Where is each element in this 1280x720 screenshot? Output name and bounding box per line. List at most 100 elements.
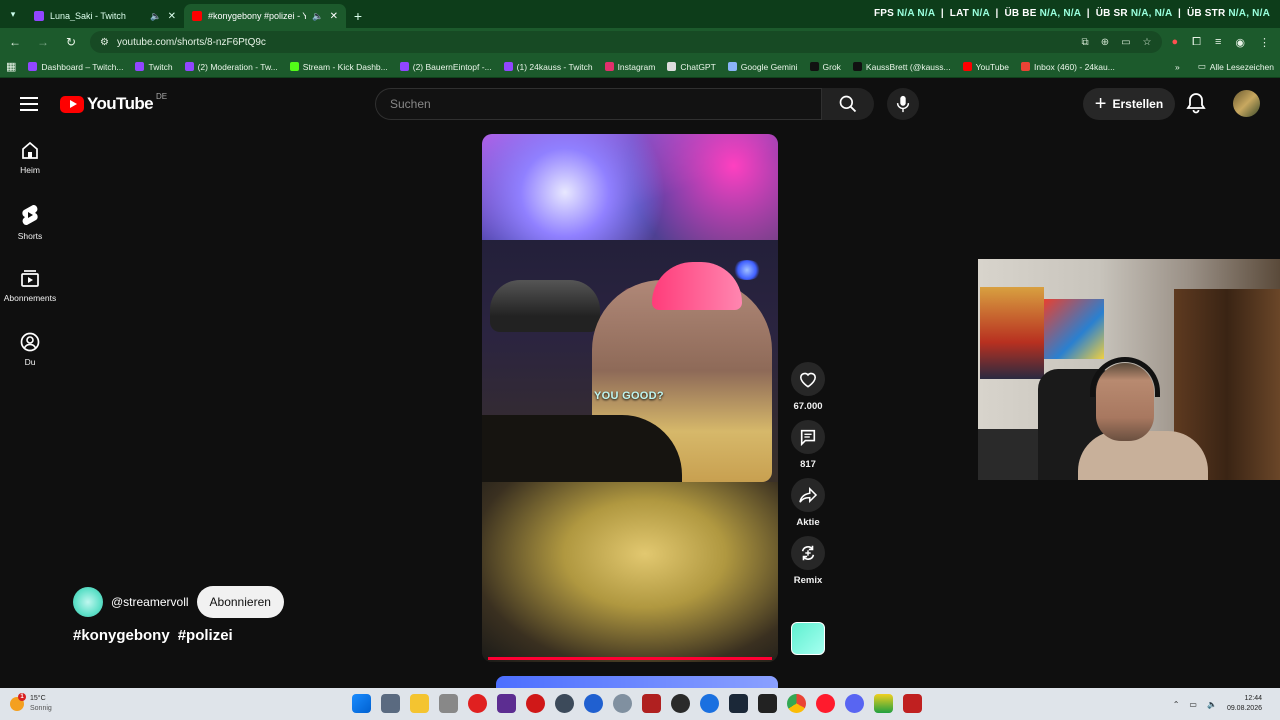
windows-start-icon[interactable] [352, 694, 371, 713]
display-icon[interactable]: ▭ [1189, 700, 1197, 709]
clock[interactable]: 12:44 09.08.2026 [1227, 694, 1262, 714]
nav-item-home[interactable]: Heim [0, 140, 60, 204]
address-bar[interactable]: ⚙ youtube.com/shorts/8-nzF6PtQ9c ⧉ ⊕ ▭ ☆ [90, 31, 1162, 53]
search-button[interactable] [822, 88, 874, 120]
cast-icon[interactable]: ▭ [1121, 37, 1130, 48]
site-info-icon[interactable]: ⚙ [100, 37, 109, 48]
extensions-puzzle-icon[interactable]: ⧠ [1192, 36, 1201, 49]
stat-label: ÜB BE [1004, 8, 1037, 19]
chrome-icon[interactable] [787, 694, 806, 713]
zoom-icon[interactable]: ⊕ [1101, 37, 1109, 48]
bookmark-item[interactable]: (1) 24kauss - Twitch [503, 62, 593, 72]
notifications-icon[interactable] [1186, 92, 1206, 119]
remix-button[interactable] [791, 536, 825, 570]
stat-label: ÜB SR [1095, 8, 1128, 19]
mic-icon [896, 95, 910, 113]
country-code: DE [156, 91, 168, 101]
menu-icon[interactable] [20, 97, 38, 115]
streamer-bot-icon[interactable] [642, 694, 661, 713]
extension-icon[interactable]: ● [1172, 36, 1179, 49]
subscribe-button[interactable]: Abonnieren [196, 586, 284, 618]
terminal-icon[interactable] [758, 694, 777, 713]
channel-handle[interactable]: @streamervoll [111, 595, 189, 609]
youtube-logo[interactable]: YouTube DE [60, 91, 168, 114]
hashtag-link[interactable]: #polizei [178, 627, 233, 644]
bookmark-item[interactable]: ChatGPT [667, 62, 716, 72]
file-explorer-icon[interactable] [410, 694, 429, 713]
share-label: Aktie [796, 517, 820, 528]
bookmark-star-icon[interactable]: ☆ [1143, 37, 1152, 48]
all-bookmarks-folder[interactable]: ▭ Alle Lesezeichen [1198, 61, 1274, 72]
speaker-icon[interactable]: 🔈 [150, 11, 161, 22]
avatar[interactable] [1233, 90, 1260, 117]
close-tab-icon[interactable]: ✕ [330, 11, 338, 22]
app-media-icon[interactable] [903, 694, 922, 713]
nav-item-you[interactable]: Du [0, 332, 60, 396]
bookmark-item[interactable]: Dashboard – Twitch... [28, 62, 123, 72]
windows-taskbar: 1 15°C Sonnig ⌃ ▭ 🔈 12:44 09.08.2026 [0, 688, 1280, 720]
mouse-app-icon[interactable] [439, 694, 458, 713]
bookmark-item[interactable]: Grok [809, 62, 841, 72]
plus-icon: + [1094, 93, 1107, 115]
bookmark-item[interactable]: Google Gemini [727, 62, 798, 72]
tab-search-icon[interactable]: ▾ [0, 0, 26, 28]
channel-avatar[interactable] [73, 587, 103, 617]
speaker-icon[interactable]: 🔈 [312, 11, 323, 22]
voice-search-button[interactable] [887, 88, 919, 120]
search-input[interactable]: Suchen [375, 88, 822, 120]
weather-widget[interactable]: 1 15°C Sonnig [10, 693, 52, 714]
hashtag-link[interactable]: #konygebony [73, 627, 170, 644]
discord-icon[interactable] [845, 694, 864, 713]
bookmark-item[interactable]: Instagram [604, 62, 655, 72]
app-blue-icon[interactable] [700, 694, 719, 713]
shorts-video-player[interactable]: YOU GOOD? [482, 134, 778, 662]
stat-value: N/A [972, 8, 990, 19]
forward-icon[interactable]: → [34, 35, 52, 49]
close-tab-icon[interactable]: ✕ [168, 11, 176, 22]
settings-gear-icon[interactable] [613, 694, 632, 713]
bookmark-item[interactable]: KaussBrett (@kauss... [852, 62, 951, 72]
bookmark-item[interactable]: Twitch [135, 62, 173, 72]
bookmark-item[interactable]: Stream - Kick Dashb... [289, 62, 388, 72]
reload-icon[interactable]: ↻ [62, 35, 80, 49]
app-red-icon[interactable] [468, 694, 487, 713]
app-stack-icon[interactable] [874, 694, 893, 713]
tab-twitch[interactable]: Luna_Saki - Twitch 🔈 ✕ [26, 4, 184, 28]
apps-grid-icon[interactable]: ▦ [6, 60, 16, 73]
profile-icon[interactable]: ◉ [1235, 36, 1245, 49]
audio-source-thumbnail[interactable] [791, 622, 825, 655]
translate-icon[interactable]: ⧉ [1082, 37, 1089, 48]
chevron-up-icon[interactable]: ⌃ [1173, 700, 1180, 709]
nav-item-shorts[interactable]: Shorts [0, 204, 60, 268]
remix-action: Remix [788, 536, 828, 586]
browser-menu-icon[interactable]: ⋮ [1259, 36, 1270, 49]
bookmark-item[interactable]: Inbox (460) - 24kau... [1021, 62, 1115, 72]
bookmark-item[interactable]: (2) BauernEintopf -... [399, 62, 492, 72]
obs-icon[interactable] [671, 694, 690, 713]
record-app-icon[interactable] [526, 694, 545, 713]
like-action: 67.000 [788, 362, 828, 412]
create-button[interactable]: + Erstellen [1083, 88, 1175, 120]
new-tab-button[interactable]: + [346, 4, 370, 28]
more-bookmarks-icon[interactable]: » [1175, 62, 1180, 72]
opera-icon[interactable] [816, 694, 835, 713]
comment-button[interactable] [791, 420, 825, 454]
bookmark-favicon-icon [667, 62, 677, 71]
bookmark-item[interactable]: YouTube [962, 62, 1009, 72]
like-button[interactable] [791, 362, 825, 396]
volume-icon[interactable]: 🔈 [1207, 700, 1217, 709]
tab-youtube[interactable]: #konygebony #polizei - Yo 🔈 ✕ [184, 4, 346, 28]
share-button[interactable] [791, 478, 825, 512]
calculator-icon[interactable] [381, 694, 400, 713]
vpn-icon[interactable] [584, 694, 603, 713]
search-icon [839, 95, 857, 113]
next-video-preview[interactable] [496, 676, 778, 688]
app-circle-icon[interactable] [555, 694, 574, 713]
bookmark-item[interactable]: (2) Moderation - Tw... [184, 62, 278, 72]
video-progress-bar[interactable] [488, 657, 772, 660]
back-icon[interactable]: ← [6, 35, 24, 49]
visual-studio-icon[interactable] [497, 694, 516, 713]
steam-icon[interactable] [729, 694, 748, 713]
nav-item-subscriptions[interactable]: Abonnements [0, 268, 60, 332]
media-controls-icon[interactable]: ≡ [1215, 36, 1221, 49]
